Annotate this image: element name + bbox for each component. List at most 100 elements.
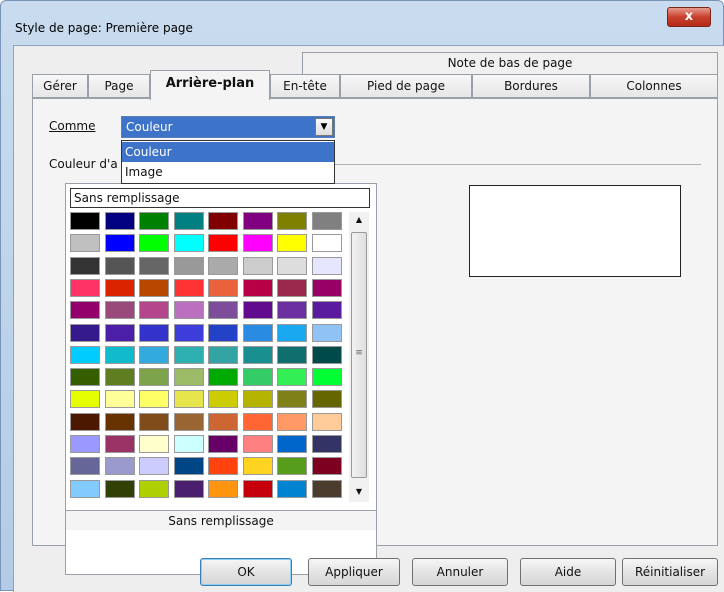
color-swatch[interactable] — [139, 345, 169, 364]
color-swatch[interactable] — [139, 479, 169, 498]
color-swatch[interactable] — [139, 301, 169, 320]
color-swatch[interactable] — [139, 256, 169, 275]
color-swatch[interactable] — [242, 301, 273, 320]
color-swatch[interactable] — [277, 412, 307, 431]
color-swatch[interactable] — [70, 278, 100, 297]
color-swatch[interactable] — [104, 412, 135, 431]
color-swatch[interactable] — [70, 212, 100, 230]
color-swatch[interactable] — [139, 278, 169, 297]
palette-scrollbar[interactable]: ▲ ≡ ▼ — [349, 212, 369, 502]
color-swatch[interactable] — [208, 301, 238, 320]
color-swatch[interactable] — [70, 368, 100, 387]
color-swatch[interactable] — [208, 345, 238, 364]
color-swatch[interactable] — [173, 390, 204, 409]
color-swatch[interactable] — [104, 390, 135, 409]
color-swatch[interactable] — [173, 368, 204, 387]
color-swatch[interactable] — [311, 457, 342, 476]
color-swatch[interactable] — [173, 278, 204, 297]
color-swatch[interactable] — [242, 323, 273, 342]
color-swatch[interactable] — [242, 412, 273, 431]
color-swatch[interactable] — [139, 390, 169, 409]
help-button[interactable]: Aide — [520, 558, 616, 586]
color-swatch[interactable] — [104, 368, 135, 387]
color-swatch[interactable] — [173, 479, 204, 498]
color-swatch[interactable] — [311, 368, 342, 387]
color-swatch[interactable] — [104, 435, 135, 453]
fill-name-field[interactable]: Sans remplissage — [70, 188, 370, 208]
color-swatch[interactable] — [139, 323, 169, 342]
color-swatch[interactable] — [70, 412, 100, 431]
color-swatch[interactable] — [104, 256, 135, 275]
color-swatch[interactable] — [311, 435, 342, 453]
color-swatch[interactable] — [139, 457, 169, 476]
color-swatch[interactable] — [242, 457, 273, 476]
apply-button[interactable]: Appliquer — [308, 558, 400, 586]
color-swatch[interactable] — [242, 234, 273, 253]
scroll-up-icon[interactable]: ▲ — [349, 212, 369, 228]
reset-button[interactable]: Réinitialiser — [622, 558, 718, 586]
color-swatch[interactable] — [277, 368, 307, 387]
color-swatch[interactable] — [208, 435, 238, 453]
color-swatch[interactable] — [242, 368, 273, 387]
color-swatch[interactable] — [70, 390, 100, 409]
close-button[interactable]: x — [667, 7, 711, 27]
tab-note-de-bas-de-page[interactable]: Note de bas de page — [302, 52, 718, 74]
color-swatch[interactable] — [277, 457, 307, 476]
color-swatch[interactable] — [242, 256, 273, 275]
color-swatch[interactable] — [208, 278, 238, 297]
cancel-button[interactable]: Annuler — [412, 558, 508, 586]
color-swatch[interactable] — [70, 435, 100, 453]
dropdown-option-image[interactable]: Image — [122, 162, 334, 182]
color-swatch[interactable] — [208, 457, 238, 476]
color-swatch[interactable] — [104, 457, 135, 476]
chevron-down-icon[interactable]: ▼ — [315, 118, 333, 136]
color-swatch[interactable] — [104, 323, 135, 342]
color-swatch[interactable] — [277, 301, 307, 320]
color-swatch[interactable] — [139, 412, 169, 431]
scroll-down-icon[interactable]: ▼ — [349, 484, 369, 500]
color-swatch[interactable] — [173, 323, 204, 342]
color-swatch[interactable] — [70, 256, 100, 275]
color-swatch[interactable] — [70, 323, 100, 342]
color-swatch[interactable] — [311, 323, 342, 342]
color-swatch[interactable] — [242, 212, 273, 230]
color-swatch[interactable] — [173, 345, 204, 364]
color-swatch[interactable] — [208, 368, 238, 387]
color-swatch[interactable] — [242, 345, 273, 364]
color-swatch[interactable] — [70, 457, 100, 476]
color-swatch[interactable] — [277, 323, 307, 342]
color-swatch[interactable] — [173, 212, 204, 230]
color-swatch[interactable] — [242, 435, 273, 453]
title-bar[interactable]: Style de page: Première page x — [1, 1, 723, 39]
tab-en-tete[interactable]: En-tête — [270, 74, 340, 98]
color-swatch[interactable] — [104, 301, 135, 320]
color-swatch[interactable] — [277, 234, 307, 253]
scroll-thumb[interactable]: ≡ — [351, 232, 367, 478]
color-swatch[interactable] — [277, 390, 307, 409]
color-swatch[interactable] — [277, 345, 307, 364]
color-swatch[interactable] — [242, 390, 273, 409]
color-swatch[interactable] — [277, 256, 307, 275]
color-swatch[interactable] — [311, 390, 342, 409]
color-swatch[interactable] — [311, 301, 342, 320]
color-swatch[interactable] — [277, 479, 307, 498]
color-swatch[interactable] — [70, 479, 100, 498]
color-swatch[interactable] — [311, 479, 342, 498]
color-swatch[interactable] — [139, 234, 169, 253]
tab-pied-de-page[interactable]: Pied de page — [340, 74, 472, 98]
comme-select[interactable]: Couleur ▼ — [121, 116, 335, 138]
color-swatch[interactable] — [104, 234, 135, 253]
color-swatch[interactable] — [208, 323, 238, 342]
color-swatch[interactable] — [277, 212, 307, 230]
color-swatch[interactable] — [311, 256, 342, 275]
tab-bordures[interactable]: Bordures — [472, 74, 590, 98]
color-swatch[interactable] — [173, 457, 204, 476]
color-swatch[interactable] — [104, 212, 135, 230]
color-swatch[interactable] — [139, 212, 169, 230]
color-swatch[interactable] — [208, 256, 238, 275]
color-swatch[interactable] — [70, 301, 100, 320]
color-swatch[interactable] — [173, 234, 204, 253]
color-swatch[interactable] — [277, 435, 307, 453]
color-swatch[interactable] — [139, 368, 169, 387]
tab-gerer[interactable]: Gérer — [32, 74, 88, 98]
